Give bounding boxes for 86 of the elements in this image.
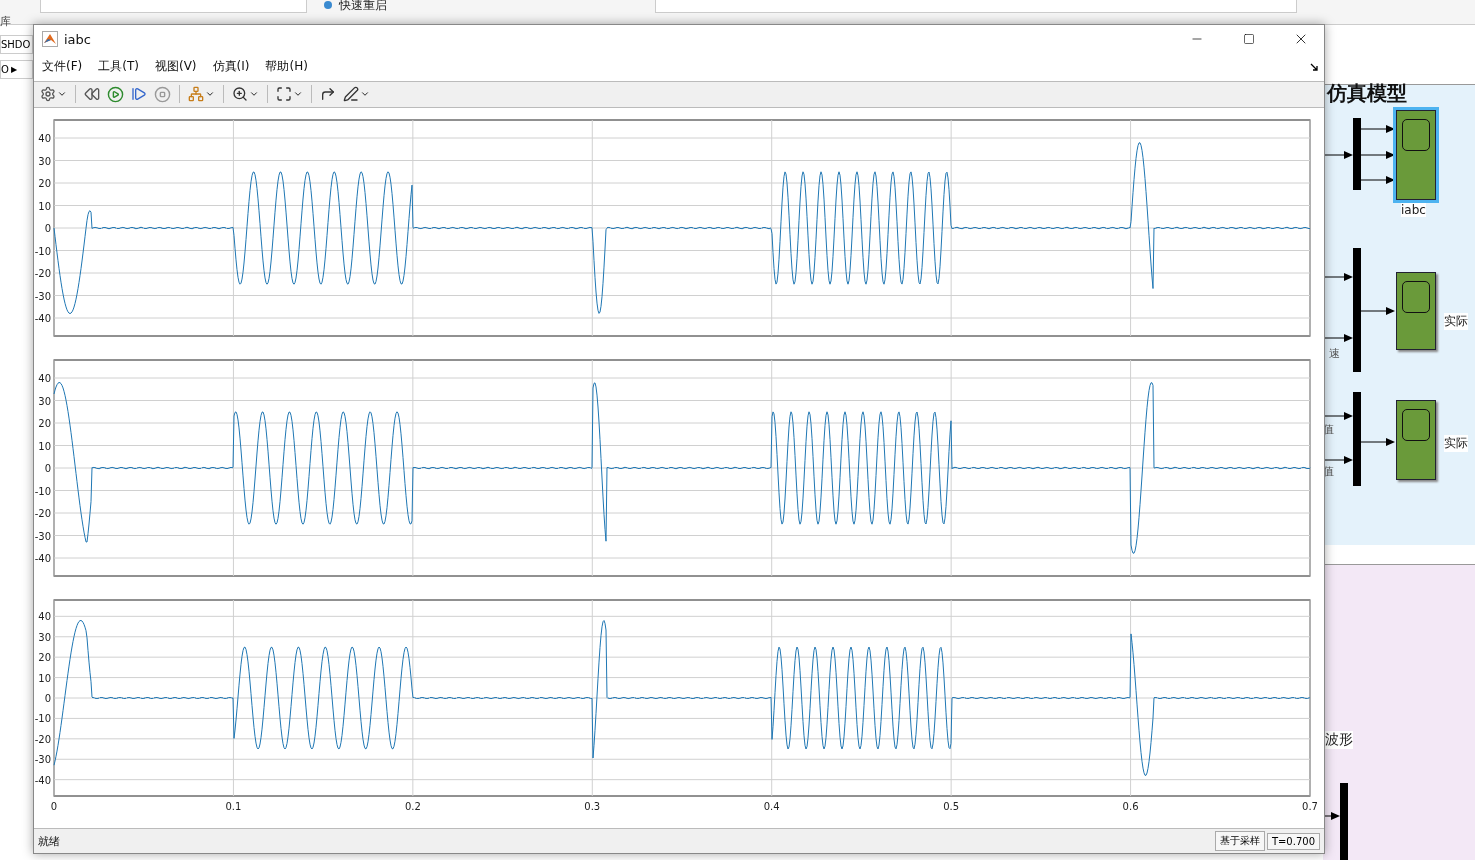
signal-arrow [1323, 411, 1353, 421]
x-tick-label: 0.3 [584, 801, 601, 813]
signal-arrow [1361, 175, 1395, 185]
side-item[interactable]: SHDO [0, 35, 33, 54]
text-field[interactable] [655, 0, 1297, 13]
scope-block[interactable] [1396, 110, 1436, 200]
y-tick-label: 20 [38, 652, 51, 664]
play-icon [107, 85, 124, 103]
status-text: 就绪 [38, 833, 61, 849]
signal-arrow [1323, 150, 1353, 160]
signal-arrow [1361, 150, 1395, 160]
app-icon [42, 31, 58, 47]
x-tick-label: 0.5 [943, 801, 960, 813]
section-label: 波形 [1325, 731, 1353, 749]
y-tick-label: -20 [34, 268, 51, 280]
signal-label: 值 [1323, 422, 1334, 437]
library-label: 库 [0, 14, 12, 29]
settings-icon [40, 86, 56, 103]
y-tick-label: -40 [34, 775, 51, 786]
x-tick-label: 0.2 [404, 801, 421, 813]
menu-item[interactable]: 仿真(I) [212, 58, 250, 76]
x-tick-label: 0.1 [225, 801, 242, 813]
sampling-mode: 基于采样 [1214, 831, 1265, 852]
y-tick-label: 20 [38, 418, 51, 430]
block-label: iabc [1401, 203, 1426, 217]
menu-item[interactable]: 工具(T) [98, 58, 139, 76]
y-tick-label: -40 [34, 313, 51, 325]
turn-arrow-icon [320, 86, 336, 103]
side-item[interactable]: O ▶ [0, 60, 33, 79]
y-tick-label: 0 [44, 223, 51, 235]
y-tick-label: -10 [34, 485, 51, 497]
y-tick-label: -40 [34, 553, 51, 565]
simulation-time: T=0.700 [1266, 832, 1320, 850]
menu-item[interactable]: 文件(F) [42, 58, 83, 76]
model-title: 仿真模型 [1327, 80, 1407, 107]
signal-arrow [1323, 811, 1340, 821]
fit-icon [276, 86, 292, 103]
y-tick-label: 30 [38, 395, 51, 407]
text-field[interactable] [40, 0, 307, 13]
y-tick-label: 30 [38, 632, 51, 644]
caret-icon: ▶ [10, 65, 18, 74]
y-tick-label: -30 [34, 530, 51, 542]
y-tick-label: 10 [38, 440, 51, 452]
signal-arrow [1361, 306, 1395, 316]
y-tick-label: -10 [34, 245, 51, 257]
signal-arrow [1323, 272, 1353, 282]
y-tick-label: 0 [44, 693, 51, 705]
scope-block[interactable] [1396, 272, 1436, 350]
y-tick-label: 40 [38, 133, 51, 145]
y-tick-label: 10 [38, 200, 51, 212]
block-label: 实际 [1444, 435, 1468, 452]
menu-item[interactable]: 视图(V) [154, 58, 197, 76]
x-tick-label: 0.6 [1122, 801, 1139, 813]
signal-label: 值 [1323, 464, 1334, 479]
x-tick-label: 0.4 [763, 801, 780, 813]
y-tick-label: 40 [38, 611, 51, 623]
hierarchy-icon [188, 86, 204, 103]
menu-item[interactable]: 帮助(H) [265, 58, 308, 76]
dock-arrow-icon[interactable] [1310, 62, 1318, 71]
stop-icon [154, 85, 171, 103]
restart-icon [321, 0, 335, 10]
block-label: 实际 [1444, 313, 1468, 330]
signal-label: 速 [1329, 346, 1340, 361]
step-forward-icon [131, 86, 147, 103]
signal-arrow [1323, 333, 1353, 343]
window-title: iabc [64, 31, 92, 47]
rewind-icon [84, 86, 100, 103]
signal-arrow [1361, 437, 1395, 447]
x-tick-label: 0.7 [1302, 801, 1318, 813]
zoom-icon [232, 86, 248, 103]
signal-arrow [1323, 455, 1353, 465]
y-tick-label: -20 [34, 734, 51, 746]
scope-block[interactable] [1396, 400, 1436, 480]
maximize-icon [1243, 33, 1255, 45]
x-tick-label: 0 [50, 801, 58, 813]
y-tick-label: 0 [44, 463, 51, 475]
y-tick-label: 20 [38, 178, 51, 190]
y-tick-label: 30 [38, 155, 51, 167]
y-tick-label: -20 [34, 508, 51, 520]
y-tick-label: -10 [34, 713, 51, 725]
y-tick-label: 10 [38, 672, 51, 684]
y-tick-label: 40 [38, 373, 51, 385]
pen-icon [343, 86, 359, 103]
signal-arrow [1361, 124, 1395, 134]
y-tick-label: -30 [34, 754, 51, 766]
y-tick-label: -30 [34, 290, 51, 302]
